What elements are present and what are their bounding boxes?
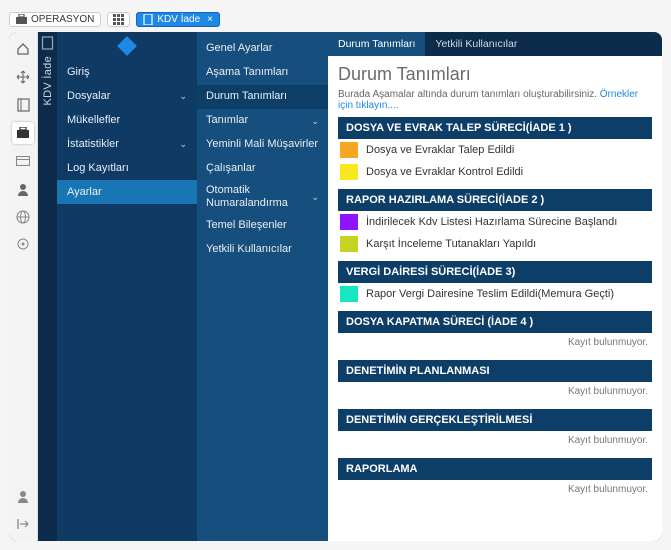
main-panel: Durum TanımlarıYetkili Kullanıcılar Duru…: [328, 32, 662, 541]
iconbar-item-home[interactable]: [12, 38, 34, 60]
section-header: DOSYA VE EVRAK TALEP SÜRECİ(İADE 1 ): [338, 117, 652, 139]
empty-message: Kayıt bulunmuyor.: [338, 480, 652, 501]
status-row[interactable]: Rapor Vergi Dairesine Teslim Edildi(Memu…: [338, 283, 652, 305]
nav2-item-label: Yetkili Kullanıcılar: [206, 243, 292, 256]
content-body: Durum Tanımları Burada Aşamalar altında …: [328, 56, 662, 541]
section-header: DENETİMİN GERÇEKLEŞTİRİLMESİ: [338, 409, 652, 431]
nav1-item-label: İstatistikler: [67, 138, 119, 150]
nav2-item-5[interactable]: Çalışanlar: [197, 157, 328, 181]
empty-message: Kayıt bulunmuyor.: [338, 333, 652, 354]
secondary-nav: Genel Ayarlar Aşama Tanımları Durum Tanıml…: [197, 32, 328, 541]
app-frame: KDV İade Giriş Dosyalar ⌄ Mükellefler İstati…: [9, 32, 662, 541]
doc-icon: [41, 36, 55, 50]
iconbar-item-user[interactable]: [12, 178, 34, 200]
nav2-item-label: Çalışanlar: [206, 162, 256, 175]
iconbar-item-briefcase[interactable]: [12, 122, 34, 144]
status-label: Dosya ve Evraklar Kontrol Edildi: [366, 166, 523, 178]
section-header: RAPOR HAZIRLAMA SÜRECİ(İADE 2 ): [338, 189, 652, 211]
section-header: DOSYA KAPATMA SÜRECİ (İADE 4 ): [338, 311, 652, 333]
nav1-item-0[interactable]: Giriş: [57, 60, 197, 84]
section-header: VERGİ DAİRESİ SÜRECİ(İADE 3): [338, 261, 652, 283]
grid-icon: [113, 14, 124, 25]
nav1-item-3[interactable]: İstatistikler ⌄: [57, 132, 197, 156]
active-tab-chip[interactable]: KDV İade ×: [136, 12, 220, 27]
nav1-item-5[interactable]: Ayarlar: [57, 180, 197, 204]
primary-nav: Giriş Dosyalar ⌄ Mükellefler İstatistikler ⌄ L…: [57, 32, 197, 541]
iconbar-item-book[interactable]: [12, 94, 34, 116]
status-row[interactable]: Dosya ve Evraklar Kontrol Edildi: [338, 161, 652, 183]
section-header: DENETİMİN PLANLANMASI: [338, 360, 652, 382]
nav2-item-label: Yeminli Mali Müşavirler: [206, 138, 318, 151]
intro-static: Burada Aşamalar altında durum tanımları …: [338, 89, 600, 100]
tab-chip-close[interactable]: ×: [207, 14, 213, 25]
nav1-item-1[interactable]: Dosyalar ⌄: [57, 84, 197, 108]
nav1-item-2[interactable]: Mükellefler: [57, 108, 197, 132]
tab-chip-label: KDV İade: [157, 14, 200, 25]
status-label: Karşıt İnceleme Tutanakları Yapıldı: [366, 238, 536, 250]
chevron-down-icon: ⌄: [311, 116, 319, 127]
nav2-item-3[interactable]: Tanımlar ⌄: [197, 109, 328, 133]
iconbar-item-card[interactable]: [12, 150, 34, 172]
iconbar-item-globe[interactable]: [12, 206, 34, 228]
app-logo: [57, 32, 197, 60]
status-row[interactable]: Karşıt İnceleme Tutanakları Yapıldı: [338, 233, 652, 255]
nav2-item-2[interactable]: Durum Tanımları: [197, 85, 328, 109]
nav1-item-4[interactable]: Log Kayıtları: [57, 156, 197, 180]
iconbar-item-user-bottom[interactable]: [12, 485, 34, 507]
iconbar-item-pin[interactable]: [12, 234, 34, 256]
doc-icon: [143, 14, 153, 25]
page-title: Durum Tanımları: [338, 64, 652, 85]
nav2-item-label: Tanımlar: [206, 114, 248, 127]
nav2-item-label: Durum Tanımları: [206, 90, 287, 103]
nav1-item-label: Dosyalar: [67, 90, 110, 102]
nav2-item-label: Genel Ayarlar: [206, 42, 272, 55]
nav1-item-label: Ayarlar: [67, 186, 102, 198]
iconbar: [9, 32, 38, 541]
color-swatch: [340, 142, 358, 158]
nav2-item-8[interactable]: Yetkili Kullanıcılar: [197, 237, 328, 261]
chevron-down-icon: ⌄: [179, 139, 187, 150]
operasyon-label: OPERASYON: [31, 14, 94, 25]
nav2-item-4[interactable]: Yeminli Mali Müşavirler: [197, 133, 328, 157]
color-swatch: [340, 164, 358, 180]
empty-message: Kayıt bulunmuyor.: [338, 431, 652, 452]
status-row[interactable]: İndirilecek Kdv Listesi Hazırlama Süreci…: [338, 211, 652, 233]
nav2-item-0[interactable]: Genel Ayarlar: [197, 37, 328, 61]
nav2-item-1[interactable]: Aşama Tanımları: [197, 61, 328, 85]
vertical-tab[interactable]: KDV İade: [38, 32, 57, 541]
section-header: RAPORLAMA: [338, 458, 652, 480]
content-tab-1[interactable]: Yetkili Kullanıcılar: [425, 32, 527, 56]
color-swatch: [340, 214, 358, 230]
nav1-item-label: Mükellefler: [67, 114, 120, 126]
nav1-item-label: Log Kayıtları: [67, 162, 129, 174]
status-label: Dosya ve Evraklar Talep Edildi: [366, 144, 514, 156]
chevron-down-icon: ⌄: [179, 91, 187, 102]
nav1-item-label: Giriş: [67, 66, 90, 78]
status-label: İndirilecek Kdv Listesi Hazırlama Süreci…: [366, 216, 617, 228]
nav2-item-label: Aşama Tanımları: [206, 66, 288, 79]
color-swatch: [340, 236, 358, 252]
briefcase-icon: [16, 14, 27, 24]
nav2-item-label: Temel Bileşenler: [206, 219, 287, 232]
nav2-item-label: Otomatik Numaralandırma: [206, 184, 311, 210]
iconbar-item-collapse[interactable]: [12, 513, 34, 535]
nav2-item-6[interactable]: Otomatik Numaralandırma⌄: [197, 181, 328, 213]
color-swatch: [340, 286, 358, 302]
status-label: Rapor Vergi Dairesine Teslim Edildi(Memu…: [366, 288, 614, 300]
content-tabs: Durum TanımlarıYetkili Kullanıcılar: [328, 32, 662, 56]
content-tab-0[interactable]: Durum Tanımları: [328, 32, 425, 56]
empty-message: Kayıt bulunmuyor.: [338, 382, 652, 403]
nav2-item-7[interactable]: Temel Bileşenler: [197, 213, 328, 237]
apps-grid-button[interactable]: [107, 12, 130, 27]
iconbar-item-move[interactable]: [12, 66, 34, 88]
chevron-down-icon: ⌄: [311, 192, 319, 203]
topbar: OPERASYON KDV İade ×: [9, 9, 662, 29]
vertical-tab-label: KDV İade: [42, 56, 54, 105]
operasyon-button[interactable]: OPERASYON: [9, 12, 101, 27]
intro-text: Burada Aşamalar altında durum tanımları …: [338, 89, 652, 111]
status-row[interactable]: Dosya ve Evraklar Talep Edildi: [338, 139, 652, 161]
